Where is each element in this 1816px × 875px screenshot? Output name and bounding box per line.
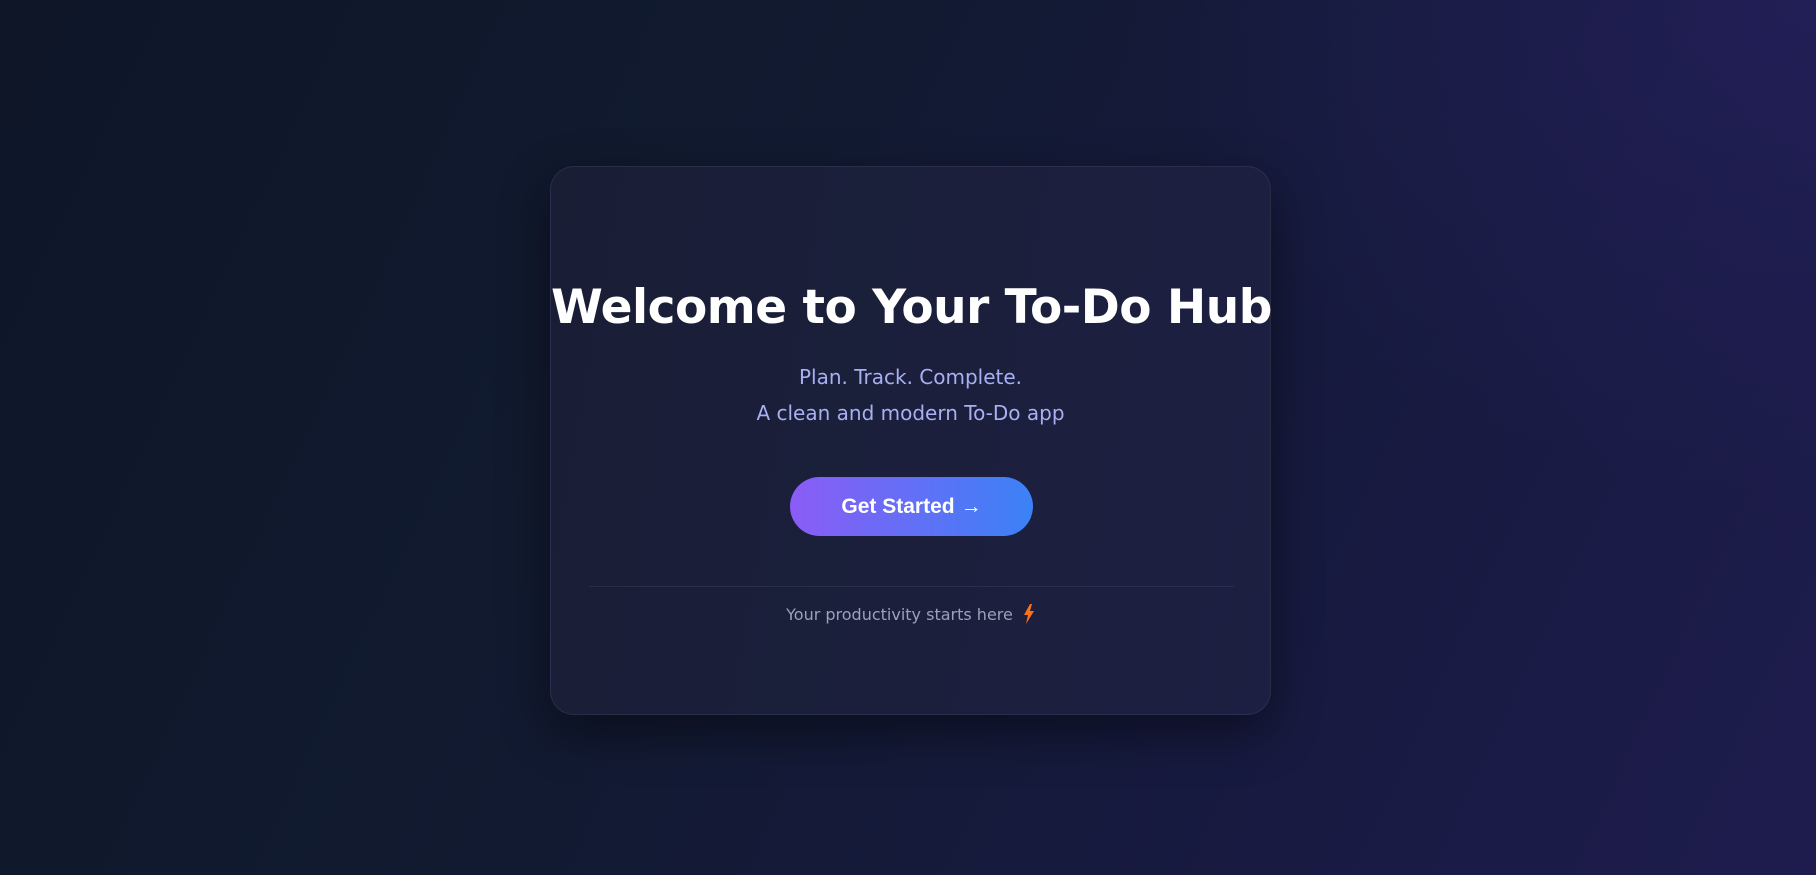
get-started-label: Get Started: [841, 494, 955, 518]
page-title: Welcome to Your To-Do Hub: [551, 280, 1272, 335]
tagline: Plan. Track. Complete.: [798, 365, 1023, 389]
footer: Your productivity starts here: [551, 604, 1270, 624]
description: A clean and modern To-Do app: [756, 401, 1065, 425]
divider: [589, 586, 1234, 587]
welcome-card: Welcome to Your To-Do Hub Plan. Track. C…: [550, 166, 1272, 715]
arrow-right-icon: →: [960, 494, 982, 518]
lightning-bolt-icon: [1023, 604, 1035, 624]
footer-text: Your productivity starts here: [786, 604, 1013, 624]
get-started-button[interactable]: Get Started →: [790, 477, 1033, 536]
